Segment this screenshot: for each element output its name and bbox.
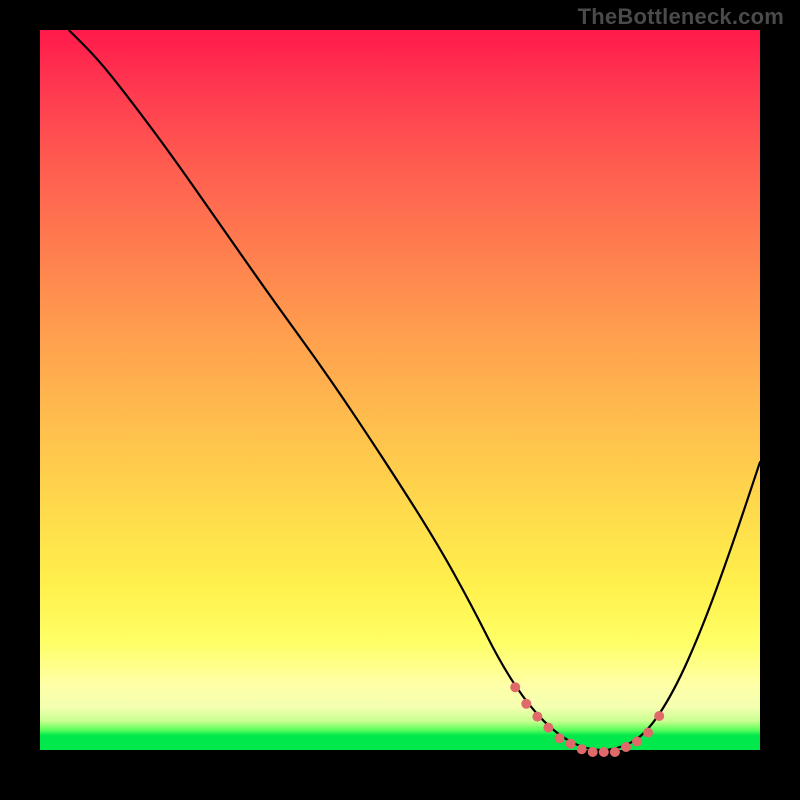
optimal-marker-dot — [621, 742, 631, 752]
optimal-marker-dot — [610, 747, 620, 757]
optimal-marker-dot — [643, 728, 653, 738]
optimal-marker-dot — [521, 699, 531, 709]
optimal-marker-dot — [555, 733, 565, 743]
optimal-marker-dot — [577, 744, 587, 754]
bottleneck-curve-path — [69, 30, 760, 750]
optimal-marker-dot — [588, 747, 598, 757]
optimal-markers — [510, 682, 664, 757]
plot-area — [40, 30, 760, 750]
optimal-marker-dot — [543, 723, 553, 733]
watermark-text: TheBottleneck.com — [578, 4, 784, 30]
chart-frame: TheBottleneck.com — [0, 0, 800, 800]
optimal-marker-dot — [566, 739, 576, 749]
optimal-marker-dot — [654, 711, 664, 721]
optimal-marker-dot — [632, 737, 642, 747]
curve-svg — [40, 30, 760, 750]
optimal-marker-dot — [532, 712, 542, 722]
optimal-marker-dot — [510, 682, 520, 692]
optimal-marker-dot — [599, 747, 609, 757]
